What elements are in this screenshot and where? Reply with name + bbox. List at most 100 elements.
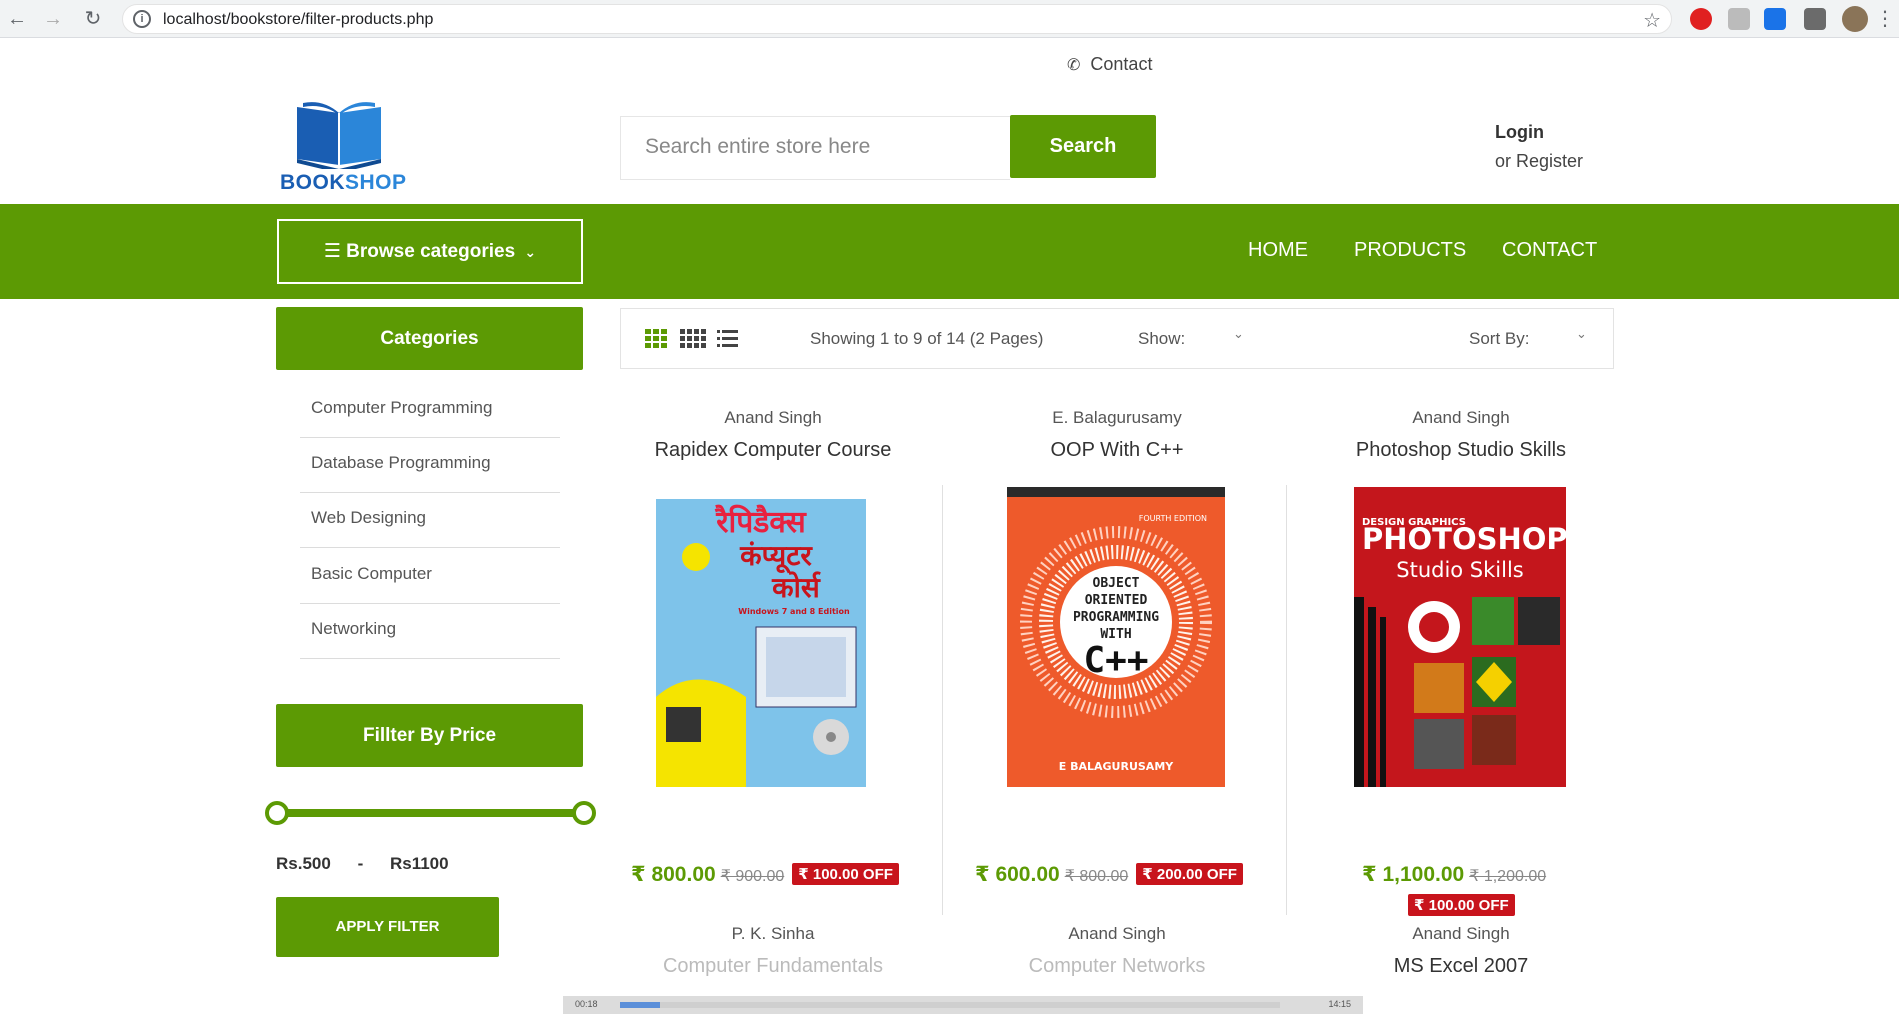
browser-toolbar: ← → ↻ i localhost/bookstore/filter-produ… — [0, 0, 1899, 38]
discount-badge: ₹ 100.00 OFF — [792, 863, 899, 885]
browse-categories-button[interactable]: ☰ Browse categories ⌄ — [277, 219, 583, 284]
svg-text:रैपिडैक्स: रैपिडैक्स — [714, 504, 807, 540]
svg-text:E BALAGURUSAMY: E BALAGURUSAMY — [1059, 760, 1175, 773]
price-min: Rs.500 — [276, 854, 331, 873]
svg-text:PHOTOSHOP: PHOTOSHOP — [1362, 522, 1566, 556]
price-original: ₹ 900.00 — [720, 868, 785, 885]
video-track[interactable] — [620, 1002, 1280, 1008]
hamburger-icon: ☰ — [323, 241, 341, 262]
product-card[interactable]: P. K. Sinha Computer Fundamentals — [603, 920, 943, 981]
back-icon[interactable]: ← — [4, 6, 30, 32]
product-author: Anand Singh — [724, 408, 822, 427]
product-cover-image[interactable]: रैपिडैक्स कंप्यूटर कोर्स Windows 7 and 8… — [656, 487, 866, 787]
column-divider — [942, 485, 943, 915]
search-button[interactable]: Search — [1010, 115, 1156, 178]
info-icon[interactable]: i — [133, 10, 151, 28]
sort-chevron-icon[interactable]: ⌄ — [1576, 326, 1587, 342]
product-card[interactable]: E. Balagurusamy OOP With C++ — [947, 404, 1287, 465]
product-title[interactable]: Photoshop Studio Skills — [1291, 435, 1631, 465]
category-item[interactable]: Computer Programming — [300, 383, 560, 438]
svg-text:कंप्यूटर: कंप्यूटर — [739, 539, 813, 574]
puzzle-extension-icon[interactable] — [1804, 8, 1826, 30]
svg-text:PROGRAMMING: PROGRAMMING — [1073, 610, 1159, 625]
nav-home[interactable]: HOME — [1248, 239, 1308, 262]
price-slider-max-handle[interactable] — [572, 801, 596, 825]
address-bar[interactable]: i localhost/bookstore/filter-products.ph… — [122, 4, 1672, 34]
svg-text:कोर्स: कोर्स — [771, 571, 821, 604]
product-title[interactable]: Rapidex Computer Course — [603, 435, 943, 465]
list-view-icon[interactable] — [717, 329, 739, 349]
svg-text:FOURTH EDITION: FOURTH EDITION — [1139, 514, 1207, 523]
register-link[interactable]: or Register — [1495, 151, 1583, 172]
opera-extension-icon[interactable] — [1690, 8, 1712, 30]
grid-large-view-icon[interactable] — [680, 329, 706, 349]
login-link[interactable]: Login — [1495, 122, 1544, 143]
product-price: ₹ 1,100.00 ₹ 1,200.00 — [1362, 862, 1546, 887]
product-card[interactable]: Anand Singh Photoshop Studio Skills — [1291, 404, 1631, 465]
bookmark-star-icon[interactable]: ☆ — [1643, 8, 1661, 33]
product-price: ₹ 600.00 ₹ 800.00 ₹ 200.00 OFF — [975, 862, 1243, 887]
product-card[interactable]: Anand Singh Computer Networks — [947, 920, 1287, 981]
price-max: Rs1100 — [389, 854, 449, 873]
profile-avatar[interactable] — [1842, 6, 1868, 32]
video-progress-bar[interactable]: 00:18 14:15 — [563, 996, 1363, 1014]
listing-toolbar: Showing 1 to 9 of 14 (2 Pages) Show: ⌄ S… — [620, 308, 1614, 369]
price-current: ₹ 1,100.00 — [1362, 863, 1465, 886]
product-title[interactable]: OOP With C++ — [947, 435, 1287, 465]
reload-icon[interactable]: ↻ — [80, 6, 106, 32]
top-contact-link[interactable]: ✆ Contact — [1067, 54, 1152, 75]
product-cover-image[interactable]: FOURTH EDITION OBJECT ORIENTED PROGRAMMI… — [1007, 487, 1225, 787]
column-divider — [1286, 485, 1287, 915]
browser-menu-icon[interactable]: ⋮ — [1872, 6, 1898, 32]
nav-contact[interactable]: CONTACT — [1502, 239, 1597, 262]
svg-text:Windows 7 and 8 Edition: Windows 7 and 8 Edition — [738, 607, 850, 616]
product-cover-image[interactable]: DESIGN GRAPHICS PHOTOSHOP Studio Skills — [1354, 487, 1566, 787]
price-filter-heading: Fillter By Price — [276, 704, 583, 767]
category-item[interactable]: Database Programming — [300, 438, 560, 493]
brand-name: BOOKSHOP — [280, 171, 407, 194]
product-author: Anand Singh — [1412, 408, 1510, 427]
browse-label: Browse categories — [346, 241, 516, 262]
product-author: Anand Singh — [1068, 924, 1166, 943]
price-slider-min-handle[interactable] — [265, 801, 289, 825]
product-card[interactable]: Anand Singh MS Excel 2007 — [1291, 920, 1631, 981]
grid-view-icon[interactable] — [645, 329, 667, 349]
results-count: Showing 1 to 9 of 14 (2 Pages) — [810, 329, 1044, 348]
url-text[interactable]: localhost/bookstore/filter-products.php — [163, 11, 433, 29]
forward-icon[interactable]: → — [40, 6, 66, 32]
category-item[interactable]: Networking — [300, 604, 560, 659]
web-page: ✆ Contact BOOKSHOP Search entire store he… — [0, 39, 1899, 1014]
contact-label: Contact — [1090, 54, 1153, 74]
product-author: Anand Singh — [1412, 924, 1510, 943]
product-author: E. Balagurusamy — [1052, 408, 1182, 427]
discount-badge: ₹ 200.00 OFF — [1136, 863, 1243, 885]
product-title[interactable]: Computer Networks — [947, 951, 1287, 981]
video-progress-fill — [620, 1002, 660, 1008]
product-title[interactable]: Computer Fundamentals — [603, 951, 943, 981]
camera-extension-icon[interactable] — [1728, 8, 1750, 30]
sort-dropdown[interactable]: Sort By: — [1469, 329, 1529, 349]
category-item[interactable]: Web Designing — [300, 493, 560, 548]
price-separator: - — [357, 854, 364, 873]
phone-icon: ✆ — [1067, 57, 1081, 74]
product-title[interactable]: MS Excel 2007 — [1291, 951, 1631, 981]
product-discount: ₹ 100.00 OFF — [1408, 894, 1515, 917]
nav-products[interactable]: PRODUCTS — [1354, 239, 1466, 262]
chevron-down-icon: ⌄ — [524, 244, 537, 260]
svg-text:OBJECT: OBJECT — [1093, 576, 1140, 591]
search-input[interactable]: Search entire store here — [620, 116, 1010, 180]
screen-extension-icon[interactable] — [1764, 8, 1786, 30]
product-card[interactable]: Anand Singh Rapidex Computer Course — [603, 404, 943, 465]
svg-text:C++: C++ — [1083, 640, 1148, 681]
show-dropdown[interactable]: Show: — [1138, 329, 1185, 349]
apply-filter-button[interactable]: APPLY FILTER — [276, 897, 499, 957]
category-item[interactable]: Basic Computer — [300, 549, 560, 604]
svg-text:ORIENTED: ORIENTED — [1085, 593, 1148, 608]
product-author: P. K. Sinha — [731, 924, 815, 943]
site-logo[interactable]: BOOKSHOP — [278, 99, 406, 199]
price-slider-track[interactable] — [278, 809, 584, 817]
video-time-current: 00:18 — [575, 999, 598, 1009]
svg-text:Studio Skills: Studio Skills — [1396, 558, 1524, 582]
open-book-icon — [297, 102, 381, 169]
show-chevron-icon[interactable]: ⌄ — [1233, 326, 1244, 342]
